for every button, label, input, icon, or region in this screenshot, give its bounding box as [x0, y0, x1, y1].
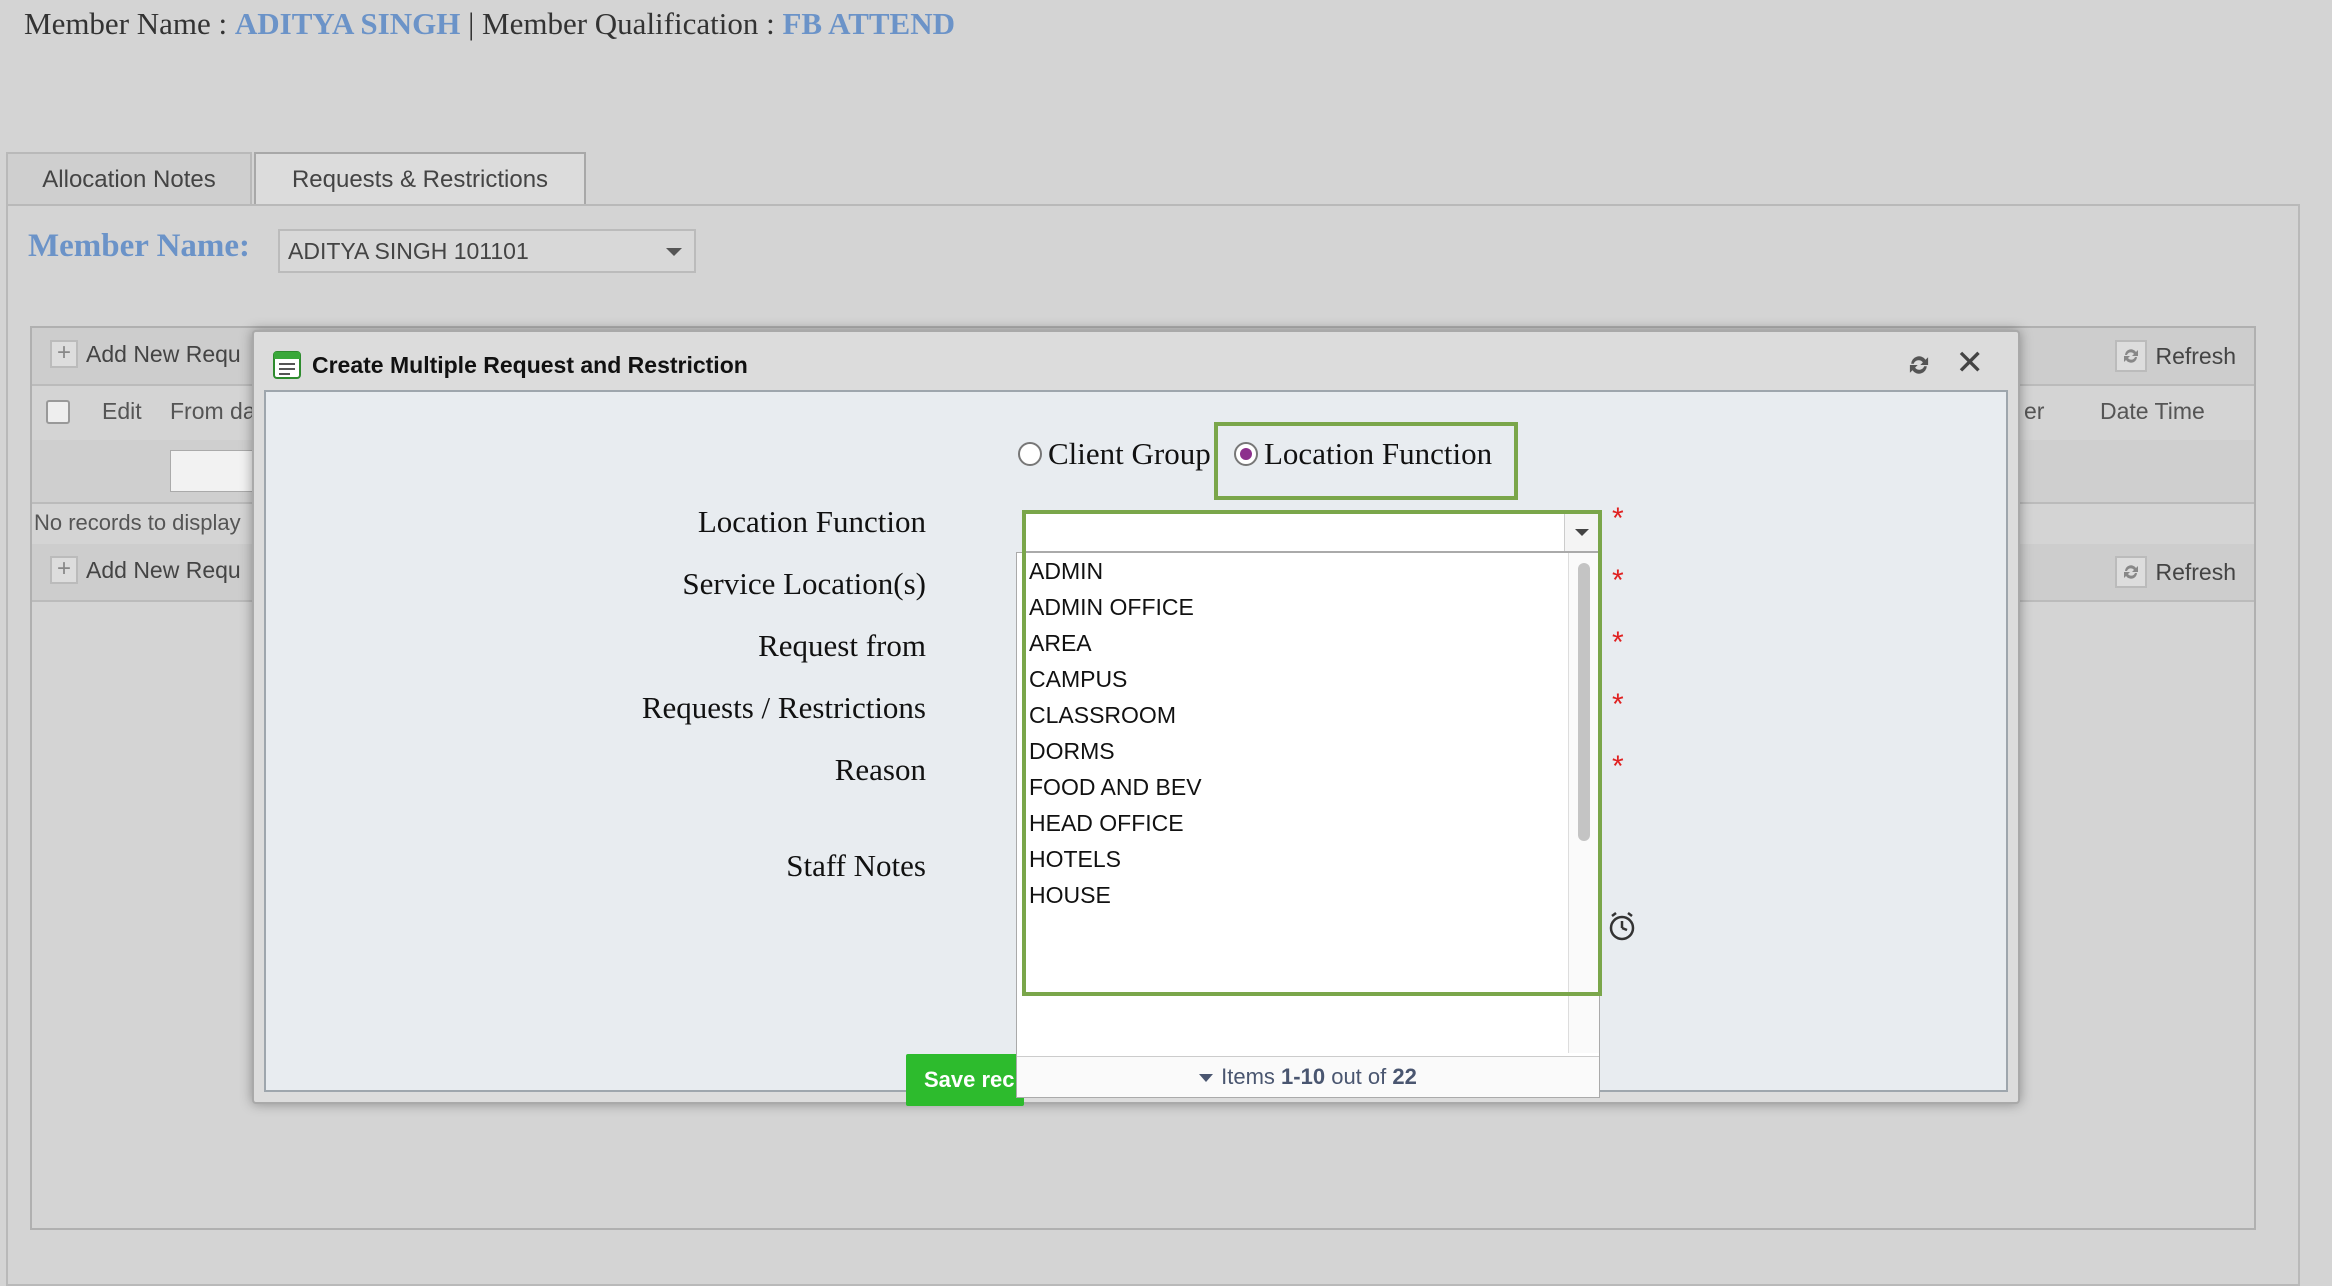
- dropdown-scrollbar[interactable]: [1568, 553, 1599, 1053]
- radio-client-group-label: Client Group: [1048, 436, 1211, 471]
- label-staff-notes: Staff Notes: [786, 848, 926, 883]
- member-select-value: ADITYA SINGH 101101: [288, 238, 529, 264]
- list-item[interactable]: CAMPUS: [1029, 661, 1202, 697]
- add-new-label: Add New Requ: [86, 556, 241, 583]
- refresh-button-bottom[interactable]: Refresh: [2115, 556, 2236, 588]
- refresh-button[interactable]: Refresh: [2115, 340, 2236, 372]
- modal-title: Create Multiple Request and Restriction: [312, 352, 748, 378]
- add-new-request-button[interactable]: + Add New Requ: [50, 340, 241, 368]
- plus-icon: +: [50, 340, 78, 368]
- scrollbar-thumb[interactable]: [1578, 563, 1590, 841]
- qualification-value: FB ATTEND: [782, 6, 956, 41]
- close-icon[interactable]: ✕: [1956, 346, 1985, 380]
- required-marker: *: [1612, 502, 1624, 535]
- member-name-value: ADITYA SINGH: [234, 6, 461, 41]
- location-function-dropdown-list: ADMIN ADMIN OFFICE AREA CAMPUS CLASSROOM…: [1016, 552, 1600, 1098]
- tab-requests-restrictions[interactable]: Requests & Restrictions: [254, 152, 586, 206]
- form-icon: [272, 350, 302, 380]
- clock-icon[interactable]: [1606, 910, 1638, 947]
- pager-prefix: Items: [1221, 1064, 1282, 1089]
- list-item[interactable]: AREA: [1029, 625, 1202, 661]
- radio-location-function-input[interactable]: [1234, 442, 1258, 466]
- member-name-label: Member Name :: [24, 6, 235, 41]
- list-item[interactable]: HEAD OFFICE: [1029, 805, 1202, 841]
- required-marker: *: [1612, 564, 1624, 597]
- select-all-checkbox[interactable]: [46, 400, 70, 424]
- list-item[interactable]: ADMIN: [1029, 553, 1202, 589]
- location-function-combobox[interactable]: [1022, 512, 1600, 552]
- no-records-message: No records to display: [34, 510, 241, 535]
- column-header-edit[interactable]: Edit: [102, 398, 142, 425]
- modal-body: Client Group Location Function Location …: [264, 390, 2008, 1106]
- refresh-icon: [2115, 340, 2148, 372]
- label-reason: Reason: [834, 752, 926, 787]
- dropdown-items: ADMIN ADMIN OFFICE AREA CAMPUS CLASSROOM…: [1029, 553, 1202, 913]
- label-location-function: Location Function: [697, 504, 926, 539]
- dropdown-pager[interactable]: Items 1-10 out of 22: [1017, 1056, 1599, 1097]
- tab-allocation-notes[interactable]: Allocation Notes: [6, 152, 252, 204]
- refresh-label: Refresh: [2155, 342, 2236, 369]
- radio-client-group-input[interactable]: [1018, 442, 1042, 466]
- chevron-down-icon: [666, 248, 682, 256]
- pager-range: 1-10: [1281, 1064, 1326, 1089]
- required-marker: *: [1612, 688, 1624, 721]
- chevron-down-icon: [1199, 1074, 1214, 1083]
- create-request-modal: Create Multiple Request and Restriction …: [252, 330, 2020, 1106]
- member-filter-label: Member Name:: [28, 228, 251, 264]
- column-header-date-time[interactable]: Date Time: [2100, 398, 2205, 425]
- pager-total: 22: [1392, 1064, 1417, 1089]
- radio-location-function-label: Location Function: [1264, 436, 1493, 471]
- member-header: Member Name : ADITYA SINGH | Member Qual…: [24, 6, 955, 42]
- list-item[interactable]: DORMS: [1029, 733, 1202, 769]
- label-requests-restrictions: Requests / Restrictions: [641, 690, 926, 725]
- list-item[interactable]: CLASSROOM: [1029, 697, 1202, 733]
- refresh-label: Refresh: [2155, 558, 2236, 585]
- chevron-down-icon[interactable]: [1564, 513, 1599, 551]
- column-header-partial[interactable]: er: [2024, 398, 2044, 425]
- required-marker: *: [1612, 626, 1624, 659]
- save-records-button[interactable]: Save rec: [906, 1054, 1024, 1106]
- radio-client-group[interactable]: Client Group: [1018, 436, 1211, 472]
- member-select[interactable]: ADITYA SINGH 101101: [278, 229, 696, 273]
- radio-location-function[interactable]: Location Function: [1234, 436, 1492, 472]
- list-item[interactable]: FOOD AND BEV: [1029, 769, 1202, 805]
- plus-icon: +: [50, 556, 78, 584]
- list-item[interactable]: ADMIN OFFICE: [1029, 589, 1202, 625]
- required-marker: *: [1612, 750, 1624, 783]
- header-separator: |: [460, 6, 483, 41]
- label-service-locations: Service Location(s): [682, 566, 926, 601]
- list-item[interactable]: HOUSE: [1029, 877, 1202, 913]
- list-item[interactable]: HOTELS: [1029, 841, 1202, 877]
- pager-mid: out of: [1325, 1064, 1393, 1089]
- add-new-label: Add New Requ: [86, 340, 241, 367]
- qualification-label: Member Qualification :: [482, 6, 783, 41]
- refresh-icon: [2115, 556, 2148, 588]
- column-header-from-date[interactable]: From da: [170, 398, 256, 425]
- refresh-icon[interactable]: [1906, 352, 1932, 383]
- label-request-from: Request from: [758, 628, 926, 663]
- add-new-request-button-bottom[interactable]: + Add New Requ: [50, 556, 241, 584]
